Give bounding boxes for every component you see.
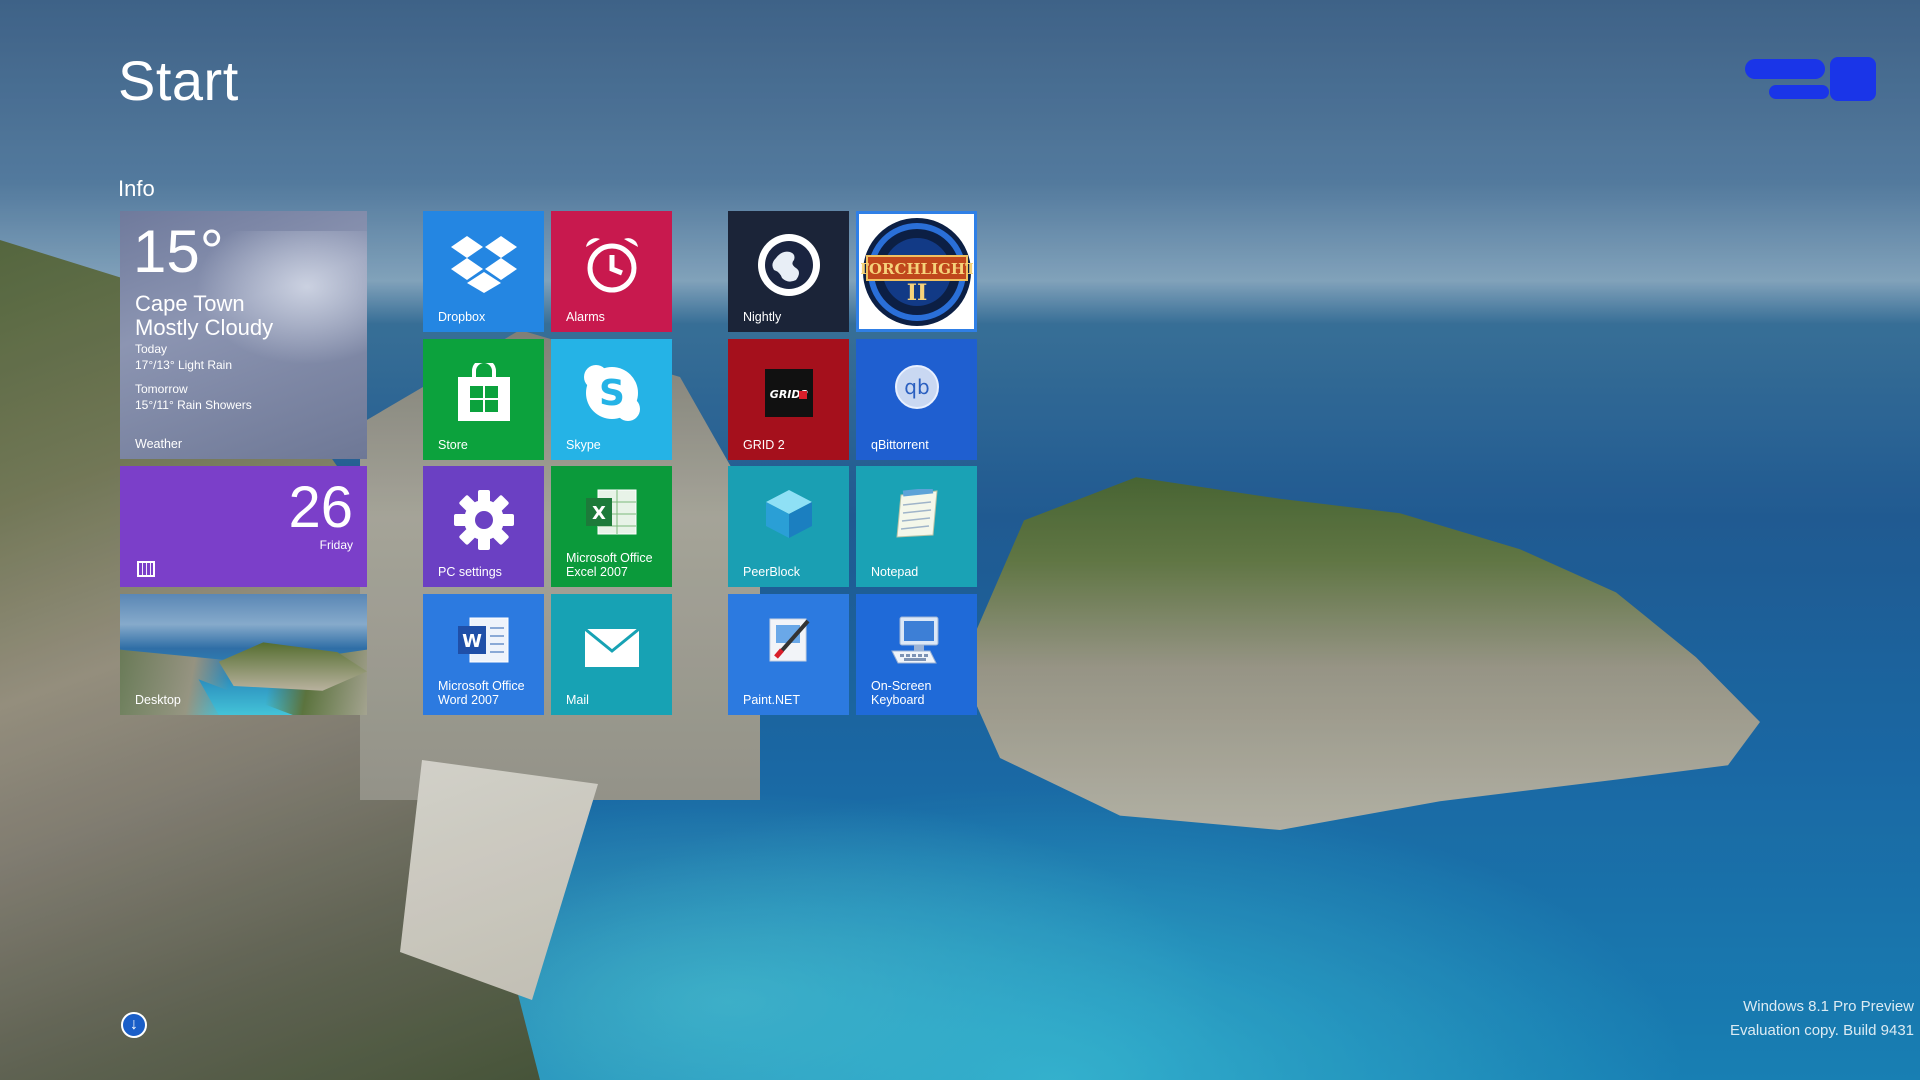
tile-mail[interactable]: Mail: [551, 594, 672, 715]
tile-label: GRID 2: [743, 437, 785, 452]
tile-qbittorrent[interactable]: qb qBittorrent: [856, 339, 977, 460]
tile-label: Mail: [566, 692, 589, 707]
tile-label: qBittorrent: [871, 437, 929, 452]
calendar-weekday: Friday: [319, 538, 353, 552]
svg-text:W: W: [462, 631, 482, 652]
notepad-icon: [895, 489, 938, 538]
svg-text:S: S: [599, 373, 625, 414]
paint-icon: [769, 618, 809, 662]
weather-city: Cape Town: [135, 291, 245, 316]
user-account-tile[interactable]: [1745, 55, 1880, 103]
torchlight-logo: TORCHLIGHT II: [861, 217, 973, 326]
tile-on-screen-keyboard[interactable]: On-Screen Keyboard: [856, 594, 977, 715]
tile-excel-2007[interactable]: X Microsoft Office Excel 2007: [551, 466, 672, 587]
alarm-clock-icon: [585, 238, 638, 293]
cube-icon: [765, 490, 812, 539]
tile-label: Notepad: [871, 564, 919, 579]
tile-paint-net[interactable]: Paint.NET: [728, 594, 849, 715]
redacted-username: [1745, 59, 1825, 79]
weather-tomorrow-label: Tomorrow: [135, 382, 188, 396]
evaluation-watermark: Windows 8.1 Pro Preview Evaluation copy.…: [1730, 995, 1914, 1043]
tile-label: PeerBlock: [743, 564, 800, 579]
arrow-down-circle-icon: ↓: [130, 1016, 138, 1033]
skype-icon: S: [583, 365, 640, 422]
calendar-icon: [137, 561, 155, 577]
qbittorrent-icon: qb: [894, 365, 939, 410]
keyboard-monitor-icon: [890, 616, 938, 664]
weather-temperature: 15°: [133, 218, 224, 285]
dropbox-icon: [450, 236, 517, 294]
word-icon: W: [457, 617, 508, 663]
tile-label: Microsoft Office Excel 2007: [566, 551, 653, 579]
tile-notepad[interactable]: Notepad: [856, 466, 977, 587]
tile-label: Microsoft Office Word 2007: [438, 679, 525, 707]
redacted-username-line2: [1769, 85, 1829, 99]
envelope-icon: [583, 628, 640, 668]
weather-condition: Mostly Cloudy: [135, 315, 274, 340]
tile-torchlight-2[interactable]: TORCHLIGHT II: [856, 211, 977, 332]
tile-weather[interactable]: 15° Cape Town Mostly Cloudy Today 17°/13…: [120, 211, 367, 459]
tile-label: PC settings: [438, 564, 502, 579]
tile-grid-2[interactable]: GRID2 GRID 2: [728, 339, 849, 460]
svg-text:X: X: [592, 503, 606, 524]
page-title: Start: [118, 49, 239, 112]
tile-label: Nightly: [743, 309, 782, 324]
svg-text:II: II: [906, 280, 927, 306]
tile-pc-settings[interactable]: PC settings: [423, 466, 544, 587]
tile-label: Paint.NET: [743, 692, 800, 707]
qbittorrent-logo-text: qb: [904, 375, 929, 399]
calendar-day: 26: [288, 475, 353, 540]
excel-icon: X: [585, 489, 636, 535]
tile-label: On-Screen Keyboard: [871, 679, 932, 707]
watermark-line2: Evaluation copy. Build 9431: [1729, 1022, 1914, 1039]
tile-calendar[interactable]: 26 Friday: [120, 466, 367, 587]
tile-dropbox[interactable]: Dropbox: [423, 211, 544, 332]
tile-word-2007[interactable]: W Microsoft Office Word 2007: [423, 594, 544, 715]
weather-tomorrow-forecast: 15°/11° Rain Showers: [135, 398, 252, 412]
all-apps-arrow-button[interactable]: ↓: [121, 1012, 147, 1038]
weather-today-label: Today: [135, 342, 168, 356]
tile-label: Alarms: [566, 309, 605, 324]
tile-desktop[interactable]: Desktop: [120, 594, 367, 715]
store-bag-icon: [457, 363, 510, 422]
tile-label: Desktop: [135, 692, 181, 707]
tile-nightly[interactable]: Nightly: [728, 211, 849, 332]
tile-skype[interactable]: S Skype: [551, 339, 672, 460]
tile-label: Weather: [135, 436, 183, 451]
redacted-avatar: [1830, 57, 1876, 101]
tile-label: Store: [438, 437, 468, 452]
tile-alarms[interactable]: Alarms: [551, 211, 672, 332]
globe-icon: [757, 234, 820, 297]
tile-label: Dropbox: [438, 309, 486, 324]
gear-icon: [453, 490, 514, 551]
group-title-info[interactable]: Info: [118, 176, 155, 202]
grid2-logo: GRID2: [764, 369, 813, 418]
tile-label: Skype: [566, 437, 601, 452]
watermark-line1: Windows 8.1 Pro Preview: [1743, 998, 1914, 1015]
tile-peerblock[interactable]: PeerBlock: [728, 466, 849, 587]
weather-today-forecast: 17°/13° Light Rain: [135, 358, 232, 372]
svg-text:TORCHLIGHT: TORCHLIGHT: [861, 260, 973, 278]
tile-store[interactable]: Store: [423, 339, 544, 460]
